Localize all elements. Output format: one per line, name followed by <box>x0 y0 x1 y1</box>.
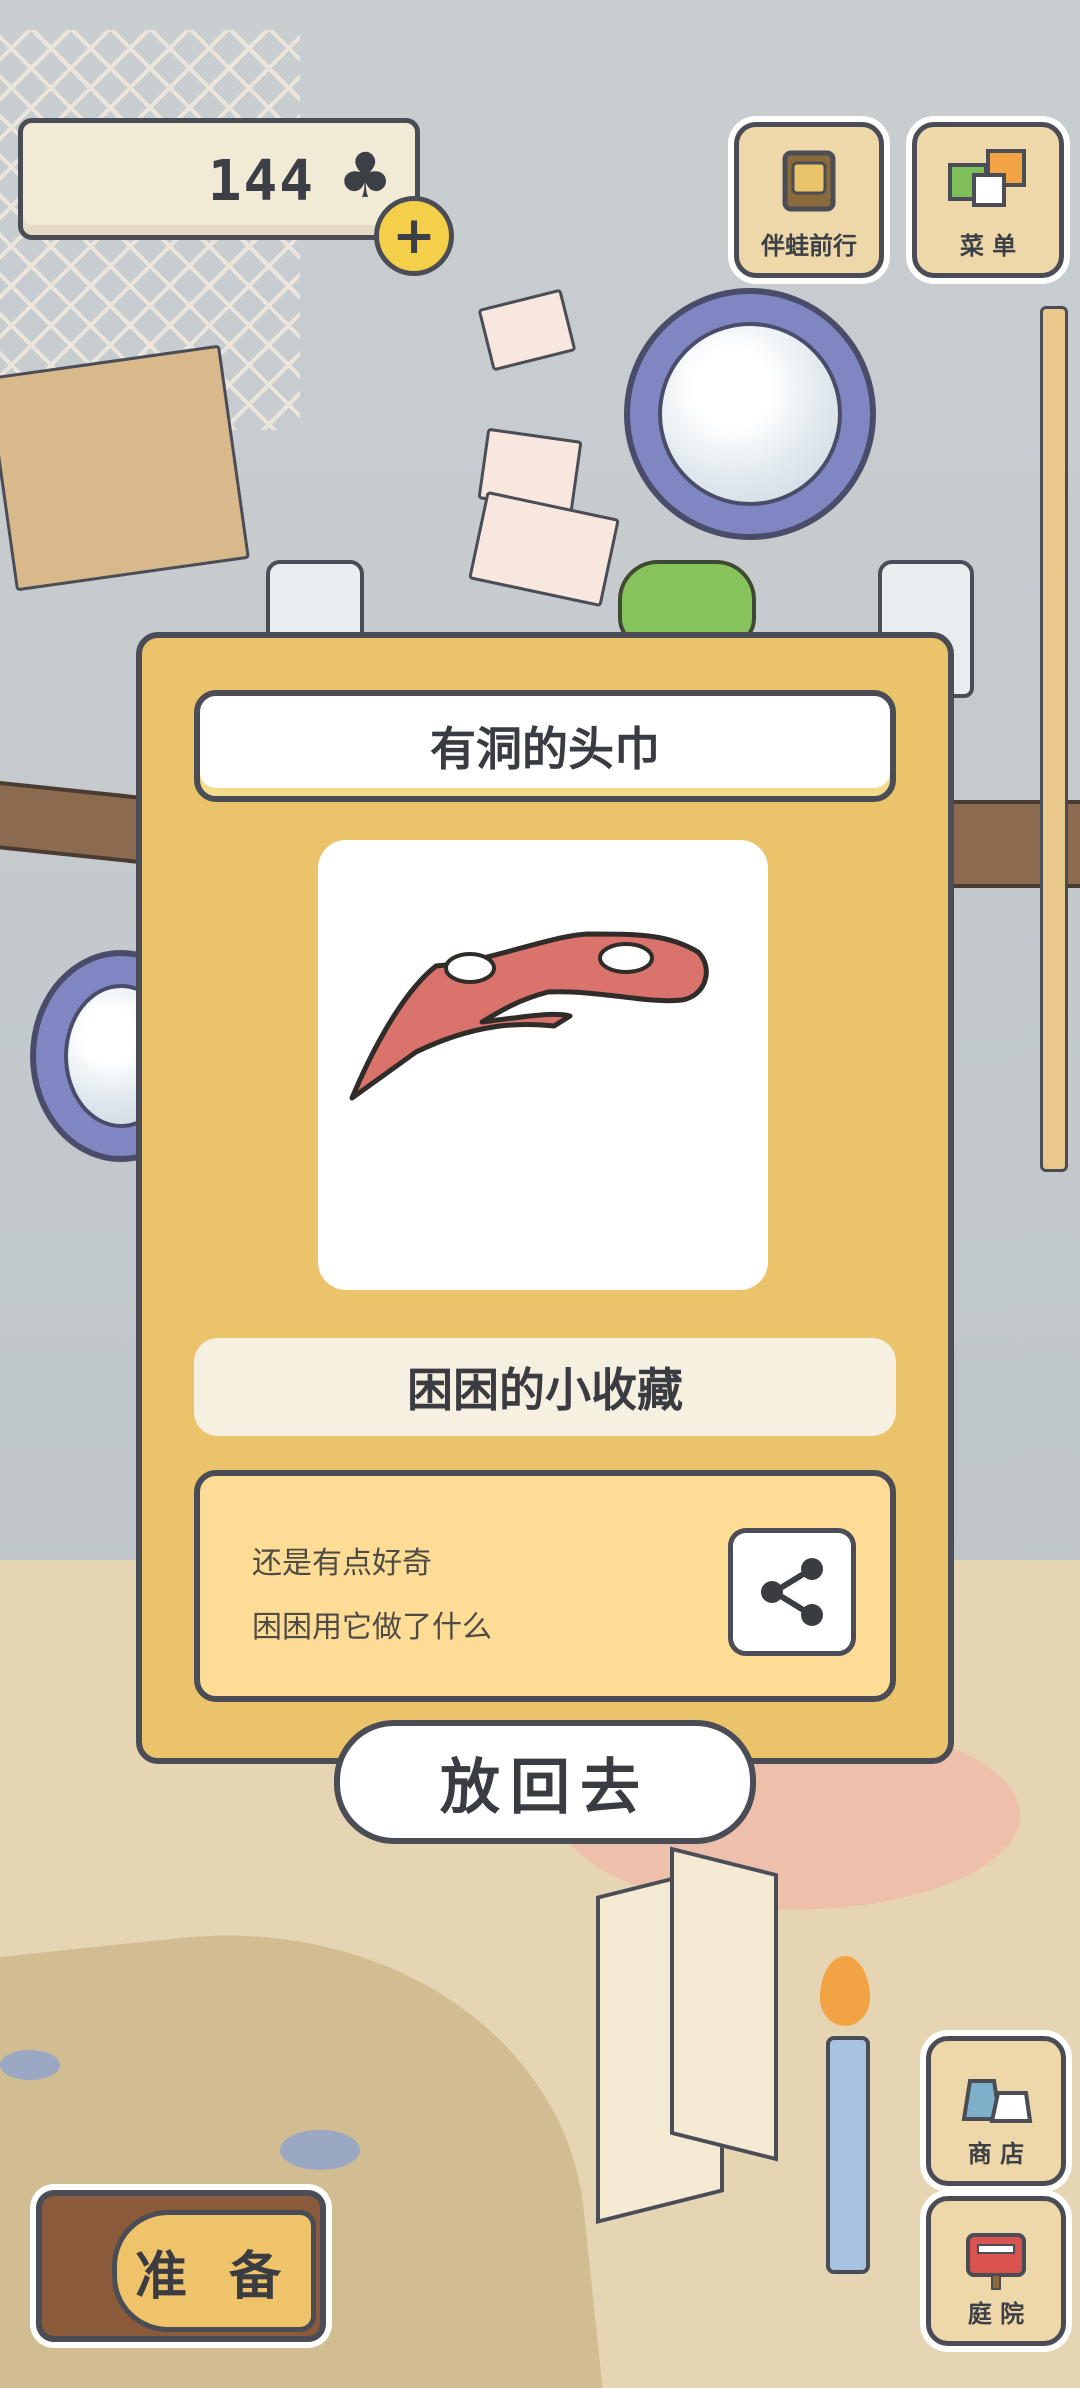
book-icon <box>782 150 836 212</box>
put-back-button[interactable]: 放回去 <box>334 1720 756 1844</box>
clover-count: 144 <box>207 149 315 214</box>
add-clover-button[interactable]: + <box>374 196 454 276</box>
menu-label: 菜 单 <box>959 232 1017 260</box>
put-back-label: 放回去 <box>440 1752 650 1823</box>
shop-button[interactable]: 商 店 <box>926 2036 1066 2186</box>
yard-label: 庭 院 <box>967 2300 1025 2328</box>
candle-stand <box>826 2036 870 2274</box>
wooden-pole <box>1040 306 1068 1172</box>
item-description-box: 还是有点好奇 困困用它做了什么 <box>194 1470 896 1702</box>
item-title-bar: 有洞的头巾 <box>194 690 896 802</box>
item-detail-card: 有洞的头巾 困困的小收藏 还是有点好奇 困困用它做了什么 <box>136 632 954 1764</box>
share-icon <box>761 1558 823 1626</box>
yard-button[interactable]: 庭 院 <box>926 2196 1066 2346</box>
item-image-frame <box>318 840 768 1290</box>
mailbox-icon <box>966 2233 1026 2290</box>
item-category: 困困的小收藏 <box>407 1363 683 1417</box>
menu-cards-icon <box>948 149 1026 207</box>
prepare-button-face: 准 备 <box>112 2210 316 2332</box>
description-line-2: 困困用它做了什么 <box>252 1610 492 1645</box>
clover-counter: 144 ♣ <box>18 118 420 240</box>
item-category-bar: 困困的小收藏 <box>194 1338 896 1436</box>
prepare-label: 准 备 <box>134 2246 294 2307</box>
description-line-1: 还是有点好奇 <box>252 1546 432 1581</box>
prepare-button[interactable]: 准 备 <box>36 2190 326 2342</box>
bandana-item-image <box>349 931 709 1101</box>
clover-icon: ♣ <box>337 139 393 212</box>
share-button[interactable] <box>728 1528 856 1656</box>
old-map-decor <box>0 344 250 592</box>
travel-with-frog-button[interactable]: 伴蛙前行 <box>734 122 884 278</box>
item-title: 有洞的头巾 <box>430 722 660 776</box>
menu-button[interactable]: 菜 单 <box>912 122 1064 278</box>
pebble <box>0 2050 60 2080</box>
folding-screen <box>670 1846 778 2162</box>
shop-bags-icon <box>961 2079 1033 2123</box>
porthole-window <box>624 288 876 540</box>
travel-label: 伴蛙前行 <box>761 232 857 260</box>
pebble <box>280 2130 360 2170</box>
shop-label: 商 店 <box>967 2140 1025 2168</box>
